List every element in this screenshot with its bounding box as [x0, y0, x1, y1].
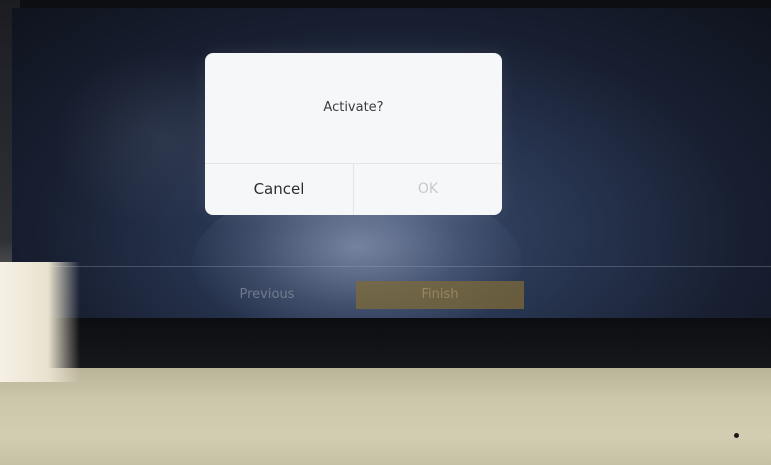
dialog-message: Activate?	[323, 100, 384, 115]
device-photo: Previous Finish Activate? Cancel OK	[0, 0, 771, 465]
light-glare	[0, 262, 80, 382]
touch-screen: Previous Finish Activate? Cancel OK	[12, 8, 771, 326]
screen-bezel	[0, 318, 771, 370]
footer-divider	[12, 266, 771, 267]
housing-screw	[734, 433, 739, 438]
finish-button[interactable]: Finish	[356, 281, 524, 309]
cancel-button[interactable]: Cancel	[205, 164, 353, 215]
ok-button[interactable]: OK	[354, 164, 502, 215]
device-housing	[0, 368, 771, 465]
activate-dialog: Activate? Cancel OK	[205, 53, 502, 215]
previous-button[interactable]: Previous	[202, 282, 332, 308]
